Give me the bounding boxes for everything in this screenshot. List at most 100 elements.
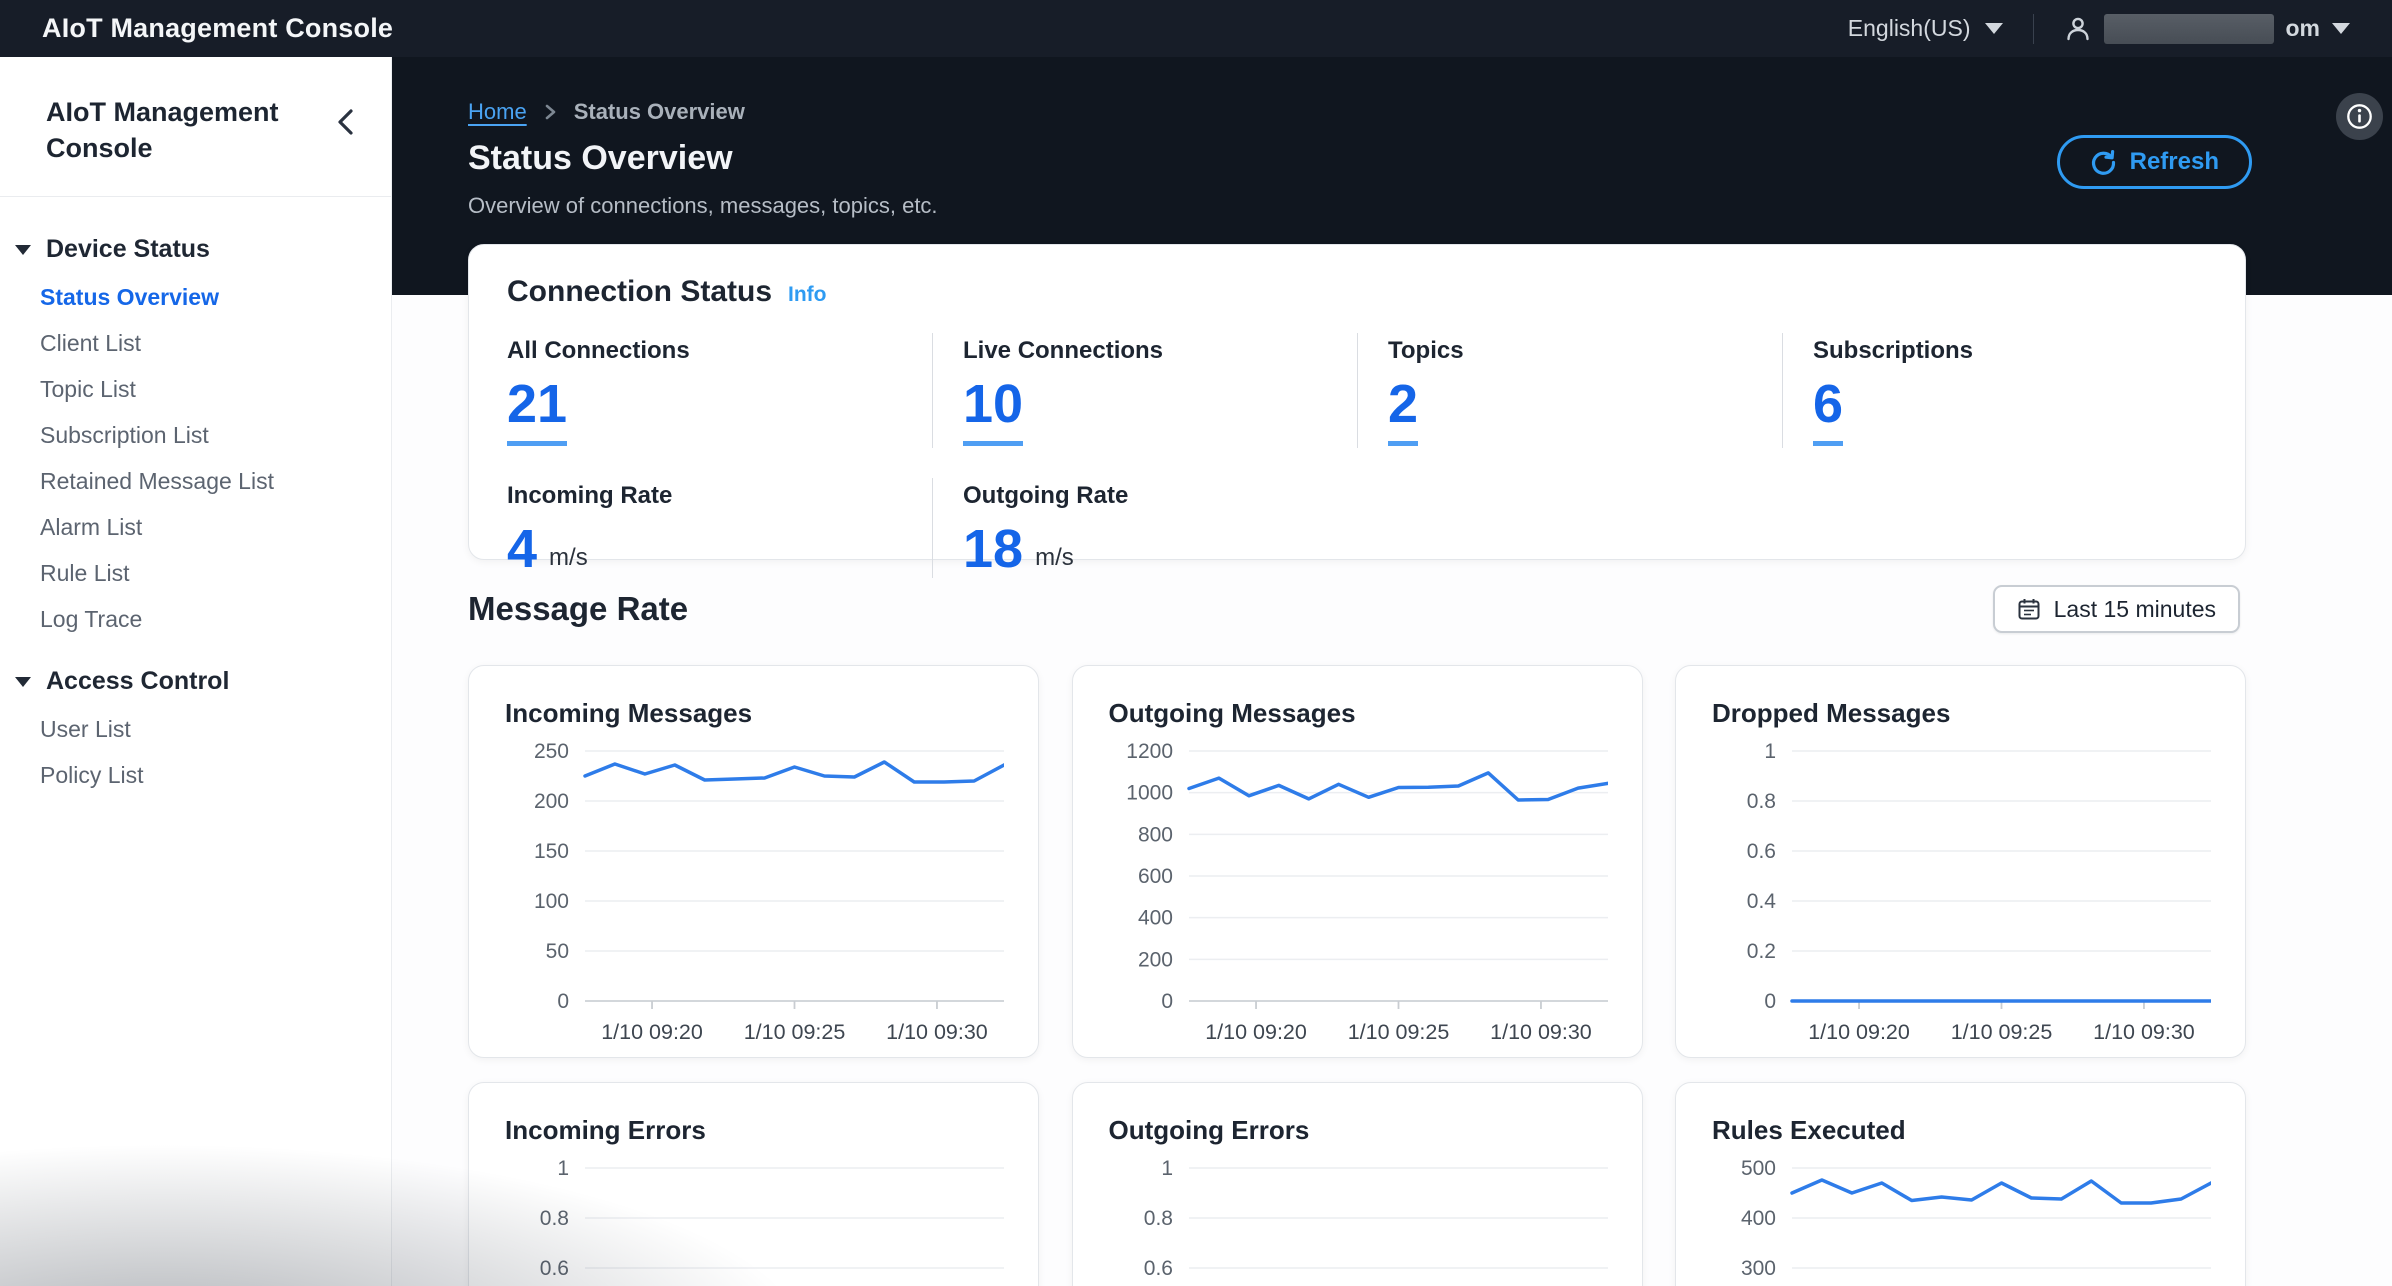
top-bar: AIoT Management Console English(US) om — [0, 0, 2392, 57]
svg-text:400: 400 — [1741, 1207, 1776, 1230]
stat-all-connections: All Connections 21 — [507, 333, 932, 448]
svg-text:0.6: 0.6 — [1143, 1257, 1172, 1280]
refresh-button[interactable]: Refresh — [2056, 135, 2252, 189]
svg-text:600: 600 — [1137, 865, 1172, 888]
time-range-button[interactable]: Last 15 minutes — [1992, 585, 2240, 633]
svg-text:1: 1 — [1161, 1158, 1173, 1180]
chevron-down-icon — [2332, 23, 2350, 34]
sidebar-item-subscription-list[interactable]: Subscription List — [0, 413, 391, 459]
stat-label: Topics — [1388, 337, 1464, 364]
svg-text:1/10 09:25: 1/10 09:25 — [1951, 1020, 2053, 1043]
info-icon — [2346, 103, 2373, 130]
svg-text:1: 1 — [557, 1158, 569, 1180]
svg-text:1/10 09:30: 1/10 09:30 — [1490, 1020, 1592, 1043]
refresh-icon — [2090, 149, 2117, 176]
svg-text:250: 250 — [534, 741, 569, 763]
breadcrumb-current: Status Overview — [573, 99, 745, 124]
chart-dropped-messages: Dropped Messages 0 0.2 0.4 0.6 0.8 1 1/10 09:2… — [1675, 665, 2246, 1058]
info-button[interactable] — [2336, 93, 2383, 140]
sidebar-title: AIoT Management Console — [46, 97, 279, 163]
sidebar-section-device-status[interactable]: Device Status — [0, 225, 391, 275]
sidebar-item-topic-list[interactable]: Topic List — [0, 367, 391, 413]
time-range-label: Last 15 minutes — [2053, 595, 2216, 622]
chevron-down-icon — [1984, 23, 2003, 34]
stat-label: Subscriptions — [1813, 337, 1974, 364]
chart-title: Outgoing Messages — [1108, 698, 1356, 728]
stat-subscriptions: Subscriptions 6 — [1782, 333, 2207, 448]
stat-label: Outgoing Rate — [963, 482, 1129, 509]
sidebar-item-policy-list[interactable]: Policy List — [0, 753, 391, 799]
chart-title: Incoming Errors — [505, 1115, 706, 1145]
stat-value: 4 — [507, 519, 538, 579]
sidebar-item-user-list[interactable]: User List — [0, 707, 391, 753]
svg-text:0: 0 — [1161, 990, 1173, 1013]
chart-canvas: 00.20.40.60.811/10 09:201/10 09:251/10 0… — [1712, 741, 2211, 1043]
svg-text:0.8: 0.8 — [540, 1207, 569, 1230]
chart-title: Incoming Messages — [505, 698, 753, 728]
svg-text:800: 800 — [1137, 823, 1172, 846]
chart-canvas: 0 50 100 150 200 250 1/10 09:20 1/10 09:25 1/10 … — [505, 741, 1004, 1043]
collapse-sidebar-icon[interactable] — [335, 107, 357, 137]
connection-status-info-link[interactable]: Info — [788, 283, 826, 307]
message-rate-title: Message Rate — [468, 590, 689, 627]
sidebar-item-alarm-list[interactable]: Alarm List — [0, 505, 391, 551]
stat-label: Incoming Rate — [507, 482, 673, 509]
stat-topics: Topics 2 — [1357, 333, 1782, 448]
stat-value-link[interactable]: 2 — [1388, 377, 1419, 446]
charts-grid: Incoming Messages 0 50 1 0 0 150 200 250 1/10 09… — [468, 665, 2246, 1286]
calendar-icon — [2017, 597, 2041, 621]
stat-outgoing-rate: Outgoing Rate 18 m/s — [932, 478, 1357, 578]
stat-value: 18 — [963, 519, 1024, 579]
sidebar-item-retained-message-list[interactable]: Retained Message List — [0, 459, 391, 505]
chart-canvas: 00.20.40.60.811/10 09:201/10 09:251/10 0… — [1109, 1158, 1608, 1286]
refresh-label: Refresh — [2129, 148, 2219, 175]
chevron-right-icon — [543, 103, 558, 121]
chart-incoming-errors: Incoming Errors 00.20.40.60.811/10 09:20… — [468, 1082, 1039, 1286]
sidebar-nav: Device Status Status Overview Client Lis… — [0, 197, 391, 799]
sidebar-item-rule-list[interactable]: Rule List — [0, 551, 391, 597]
sidebar-item-client-list[interactable]: Client List — [0, 321, 391, 367]
triangle-down-icon — [15, 244, 31, 255]
user-menu[interactable]: om — [2064, 13, 2350, 44]
svg-text:1/10 09:25: 1/10 09:25 — [744, 1020, 846, 1043]
svg-text:0: 0 — [1764, 990, 1776, 1013]
svg-text:0.8: 0.8 — [1747, 790, 1776, 813]
svg-text:400: 400 — [1137, 907, 1172, 930]
svg-text:0.8: 0.8 — [1143, 1207, 1172, 1230]
sidebar-item-status-overview[interactable]: Status Overview — [0, 275, 391, 321]
breadcrumb-home-link[interactable]: Home — [468, 99, 527, 125]
sidebar-item-log-trace[interactable]: Log Trace — [0, 597, 391, 643]
section-label: Access Control — [46, 667, 230, 696]
svg-text:150: 150 — [534, 840, 569, 863]
app-title: AIoT Management Console — [42, 13, 394, 43]
sidebar-section-access-control[interactable]: Access Control — [0, 657, 391, 707]
chart-rules-executed: Rules Executed 01002003004005001/10 09:2… — [1675, 1082, 2246, 1286]
connection-status-title: Connection Status — [507, 275, 773, 308]
section-label: Device Status — [46, 235, 210, 264]
chart-title: Rules Executed — [1712, 1115, 1906, 1145]
breadcrumb: Home Status Overview — [468, 99, 745, 125]
svg-text:1/10 09:30: 1/10 09:30 — [886, 1020, 988, 1043]
stat-label: All Connections — [507, 337, 690, 364]
triangle-down-icon — [15, 676, 31, 687]
chart-outgoing-errors: Outgoing Errors 00.20.40.60.811/10 09:20… — [1071, 1082, 1643, 1286]
stat-value-link[interactable]: 6 — [1813, 377, 1844, 446]
stat-live-connections: Live Connections 10 — [932, 333, 1357, 448]
stat-label: Live Connections — [963, 337, 1164, 364]
svg-text:50: 50 — [546, 940, 569, 963]
chart-title: Outgoing Errors — [1108, 1115, 1310, 1145]
svg-text:0.4: 0.4 — [1747, 890, 1777, 913]
svg-text:200: 200 — [534, 790, 569, 813]
stat-incoming-rate: Incoming Rate 4 m/s — [507, 478, 932, 578]
sidebar: AIoT Management Console Device Status St… — [0, 57, 392, 1286]
language-selector[interactable]: English(US) — [1848, 15, 2003, 42]
chart-incoming-messages: Incoming Messages 0 50 100 150 200 250 1/10 09… — [468, 665, 1039, 1058]
stat-value-link[interactable]: 10 — [963, 377, 1024, 446]
svg-text:1/10 09:30: 1/10 09:30 — [2093, 1020, 2195, 1043]
svg-text:0: 0 — [557, 990, 569, 1013]
svg-text:1: 1 — [1764, 741, 1776, 763]
stat-value-link[interactable]: 21 — [507, 377, 568, 446]
redacted-username — [2103, 13, 2274, 44]
connection-status-card: Connection Status Info All Connections 2… — [468, 244, 2246, 578]
stat-unit: m/s — [1035, 544, 1074, 571]
